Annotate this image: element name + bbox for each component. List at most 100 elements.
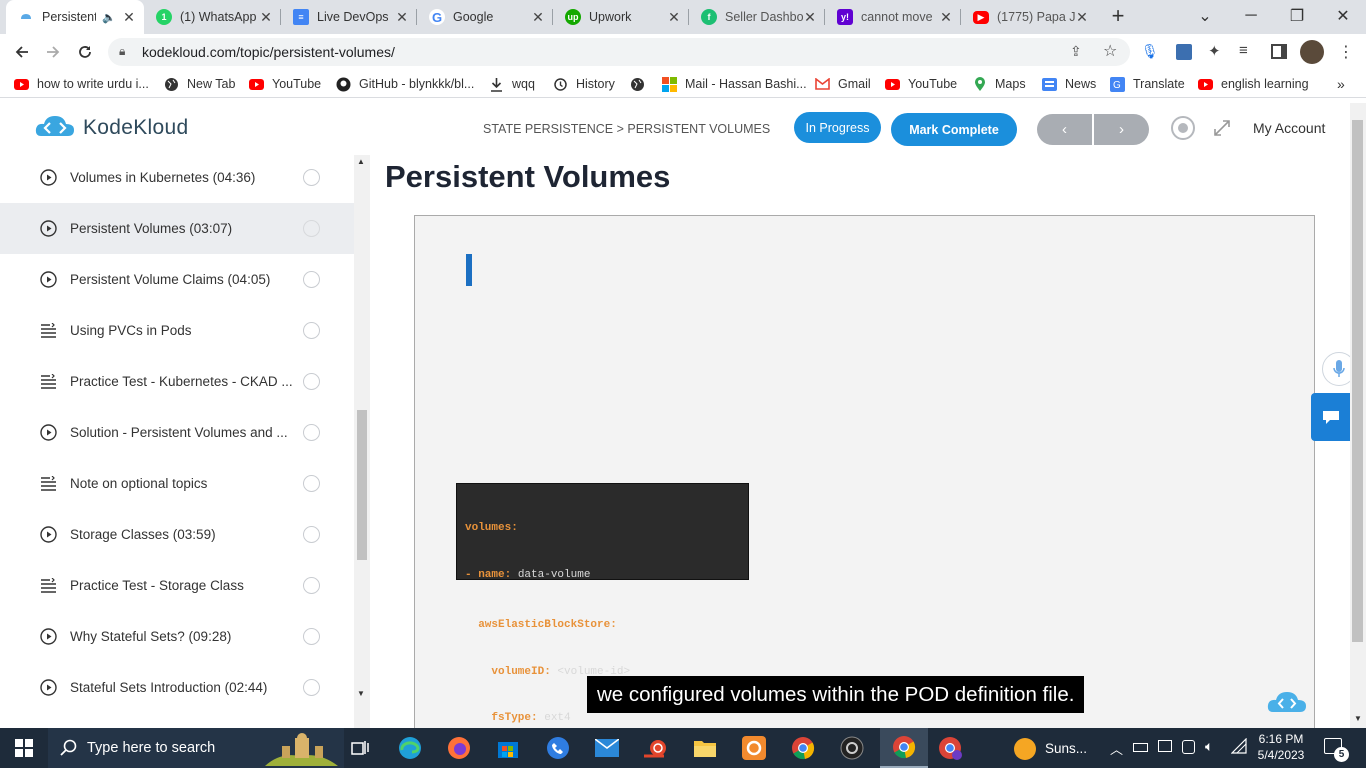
bookmark-item[interactable]: New Tab (164, 75, 235, 93)
download-extension-icon[interactable] (1176, 44, 1192, 60)
lesson-item[interactable]: Practice Test - Kubernetes - CKAD ... (0, 356, 354, 407)
address-bar[interactable]: 🔒︎ kodekloud.com/topic/persistent-volume… (108, 38, 1130, 66)
completion-circle-icon[interactable] (303, 220, 320, 237)
taskbar-search-box[interactable]: Type here to search (48, 728, 344, 768)
tab-cannot-move[interactable]: y! cannot move ✕ (825, 0, 961, 34)
chrome-icon[interactable] (789, 734, 817, 762)
close-icon[interactable]: ✕ (122, 9, 136, 26)
profile-avatar[interactable] (1300, 40, 1324, 64)
share-icon[interactable]: ⇪ (1070, 43, 1082, 60)
microsoft-store-icon[interactable] (494, 734, 522, 762)
lesson-item[interactable]: Storage Classes (03:59) (0, 509, 354, 560)
bookmark-item[interactable]: Gmail (815, 75, 871, 93)
clock[interactable]: 6:16 PM 5/4/2023 (1254, 731, 1308, 763)
lesson-item[interactable]: Why Stateful Sets? (09:28) (0, 611, 354, 662)
next-lesson-button[interactable]: › (1094, 114, 1149, 145)
close-icon[interactable]: ✕ (259, 9, 273, 26)
firefox-icon[interactable] (445, 734, 473, 762)
display-icon[interactable] (1182, 740, 1195, 754)
bookmark-item[interactable]: how to write urdu i... (14, 75, 149, 93)
tab-persistent[interactable]: Persistent 🔈 ✕ (6, 0, 144, 34)
sidebar-scrollbar-thumb[interactable] (357, 410, 367, 560)
new-tab-button[interactable]: + (1106, 5, 1130, 29)
camera-app-icon[interactable] (838, 734, 866, 762)
tab-whatsapp[interactable]: 1 (1) WhatsApp ✕ (144, 0, 281, 34)
lesson-item[interactable]: Volumes in Kubernetes (04:36) (0, 155, 354, 203)
tray-chevron-icon[interactable]: ︿ (1110, 739, 1123, 758)
wifi-icon[interactable] (1231, 738, 1247, 754)
bookmark-item[interactable]: News (1042, 75, 1096, 93)
more-bookmarks-icon[interactable]: » (1337, 75, 1345, 93)
lesson-item-selected[interactable]: Persistent Volumes (03:07) (0, 203, 354, 254)
kodekloud-logo[interactable]: KodeKloud (35, 114, 188, 142)
bookmark-item[interactable]: G Translate (1110, 75, 1185, 93)
completion-circle-icon[interactable] (303, 169, 320, 186)
scroll-down-arrow-icon[interactable]: ▼ (357, 689, 365, 698)
maximize-button[interactable]: ❐ (1274, 0, 1320, 32)
page-scroll-down-icon[interactable]: ▼ (1354, 714, 1362, 723)
bookmark-item[interactable]: YouTube (249, 75, 321, 93)
weather-widget[interactable]: Suns... (1012, 736, 1087, 760)
bookmark-item[interactable]: GitHub - blynkkk/bl... (336, 75, 474, 93)
snail-app-icon[interactable] (642, 734, 670, 762)
tab-youtube[interactable]: ▶ (1775) Papa J ✕ (961, 0, 1097, 34)
back-button[interactable] (7, 37, 37, 67)
reload-button[interactable] (70, 37, 100, 67)
completion-circle-icon[interactable] (303, 373, 320, 390)
breadcrumb[interactable]: STATE PERSISTENCE > PERSISTENT VOLUMES (483, 122, 770, 136)
my-account-link[interactable]: My Account (1253, 120, 1325, 136)
file-explorer-icon[interactable] (691, 734, 719, 762)
puzzle-extensions-icon[interactable]: ✦ (1208, 42, 1221, 60)
close-icon[interactable]: ✕ (803, 9, 817, 26)
completion-circle-icon[interactable] (303, 679, 320, 696)
edge-icon[interactable] (396, 734, 424, 762)
lesson-item[interactable]: Stateful Sets Introduction (02:44) (0, 662, 354, 713)
bookmark-item[interactable]: Mail - Hassan Bashi... (662, 75, 807, 93)
tab-live-devops[interactable]: ≡ Live DevOps ✕ (281, 0, 417, 34)
side-panel-icon[interactable] (1271, 44, 1287, 59)
mark-complete-button[interactable]: Mark Complete (891, 113, 1017, 146)
tab-seller-dashboard[interactable]: f Seller Dashbo ✕ (689, 0, 825, 34)
windows-start-icon[interactable] (10, 734, 38, 762)
close-icon[interactable]: ✕ (667, 9, 681, 26)
fullscreen-icon[interactable] (1213, 119, 1231, 137)
page-scrollbar-thumb[interactable] (1352, 120, 1363, 642)
close-icon[interactable]: ✕ (395, 9, 409, 26)
settings-app-icon[interactable] (740, 734, 768, 762)
window-close-button[interactable]: ✕ (1320, 0, 1366, 32)
completion-circle-icon[interactable] (303, 628, 320, 645)
completion-circle-icon[interactable] (303, 577, 320, 594)
video-player[interactable]: volumes: - name: data-volume awsElasticB… (414, 215, 1315, 728)
lesson-item[interactable]: Persistent Volume Claims (04:05) (0, 254, 354, 305)
chat-widget-button[interactable] (1311, 393, 1350, 441)
bookmark-item[interactable] (630, 75, 653, 93)
completion-circle-icon[interactable] (303, 424, 320, 441)
lesson-item[interactable]: Practice Test - Storage Class (0, 560, 354, 611)
tab-search-icon[interactable]: ⌄ (1182, 0, 1228, 32)
prev-lesson-button[interactable]: ‹ (1037, 114, 1092, 145)
scroll-up-arrow-icon[interactable]: ▲ (357, 157, 365, 166)
close-icon[interactable]: ✕ (1075, 9, 1089, 26)
bookmark-item[interactable]: Maps (972, 75, 1026, 93)
bookmark-item[interactable]: english learning (1198, 75, 1309, 93)
completion-circle-icon[interactable] (303, 475, 320, 492)
bookmark-item[interactable]: YouTube (885, 75, 957, 93)
chrome-profile-icon[interactable] (936, 734, 964, 762)
forward-button[interactable] (38, 37, 68, 67)
completion-circle-icon[interactable] (303, 526, 320, 543)
bookmark-item[interactable]: History (553, 75, 615, 93)
mail-icon[interactable] (593, 734, 621, 762)
network-icon[interactable] (1158, 740, 1172, 752)
completion-circle-icon[interactable] (303, 271, 320, 288)
bookmark-star-icon[interactable]: ☆ (1103, 41, 1117, 61)
task-view-icon[interactable] (346, 734, 374, 762)
in-progress-button[interactable]: In Progress (794, 112, 881, 143)
bookmark-item[interactable]: wqq (489, 75, 535, 93)
microphone-extension-icon[interactable]: 🎙︎ (1141, 43, 1159, 61)
close-icon[interactable]: ✕ (939, 9, 953, 26)
chrome-menu-icon[interactable]: ⋮ (1338, 42, 1354, 62)
tab-google[interactable]: G Google ✕ (417, 0, 553, 34)
media-control-icon[interactable]: ≡ (1239, 42, 1248, 59)
tab-upwork[interactable]: up Upwork ✕ (553, 0, 689, 34)
lesson-item[interactable]: Solution - Persistent Volumes and ... (0, 407, 354, 458)
